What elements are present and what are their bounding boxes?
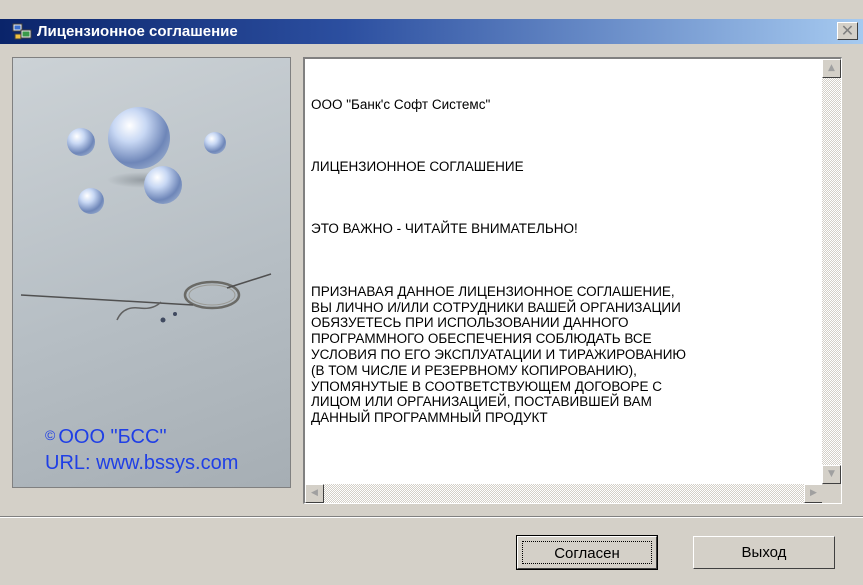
- scroll-left-icon[interactable]: ◀: [305, 484, 324, 503]
- needle-left: [20, 294, 194, 306]
- ring: [183, 280, 241, 310]
- license-paragraph: ООО "Банк'с Софт Системс": [311, 96, 491, 112]
- title-bar[interactable]: Лицензионное соглашение ✕: [0, 19, 863, 44]
- license-dialog: Лицензионное соглашение ✕ © ООО "БСС" UR…: [0, 0, 863, 585]
- sphere-small-right: [204, 132, 226, 154]
- copyright-text: ООО "БСС": [58, 426, 167, 448]
- license-text-area[interactable]: ООО "Банк'с Софт Системс" ЛИЦЕНЗИОННОЕ С…: [303, 57, 842, 504]
- bead: [173, 312, 177, 316]
- url-text: URL: www.bssys.com: [45, 452, 239, 474]
- window-title: Лицензионное соглашение: [37, 23, 238, 40]
- horizontal-scrollbar[interactable]: ◀ ▶: [305, 484, 823, 503]
- license-paragraph: ЭТО ВАЖНО - ЧИТАЙТЕ ВНИМАТЕЛЬНО!: [311, 221, 578, 237]
- license-paragraph: ЛИЦЕНЗИОННОЕ СОГЛАШЕНИЕ: [311, 158, 524, 174]
- license-paragraph: ПРИЗНАВАЯ ДАННОЕ ЛИЦЕНЗИОННОЕ СОГЛАШЕНИЕ…: [311, 283, 687, 426]
- sphere-middle: [144, 166, 182, 204]
- needle-right: [226, 273, 272, 289]
- copyright-symbol: ©: [45, 427, 56, 443]
- exit-button[interactable]: Выход: [693, 536, 835, 569]
- scrollbar-corner: [822, 484, 841, 503]
- close-icon[interactable]: ✕: [837, 22, 858, 40]
- sphere-small-left: [67, 128, 95, 156]
- button-separator: [0, 516, 863, 518]
- scroll-up-icon[interactable]: ▲: [822, 59, 841, 78]
- scroll-right-icon[interactable]: ▶: [804, 484, 823, 503]
- sphere-lower-left: [78, 188, 104, 214]
- scroll-down-icon[interactable]: ▼: [822, 465, 841, 484]
- bead: [160, 317, 166, 323]
- license-text: ООО "Банк'с Софт Системс" ЛИЦЕНЗИОННОЕ С…: [311, 65, 819, 473]
- agree-button-label: Согласен: [522, 541, 652, 564]
- agree-button[interactable]: Согласен: [516, 535, 658, 570]
- vertical-scrollbar[interactable]: ▲ ▼: [822, 59, 841, 484]
- sphere-large: [108, 107, 170, 169]
- hook: [116, 301, 162, 321]
- splash-image-panel: © ООО "БСС" URL: www.bssys.com: [12, 57, 291, 488]
- app-computers-icon: [12, 22, 32, 41]
- copyright-line: © ООО "БСС": [45, 423, 167, 449]
